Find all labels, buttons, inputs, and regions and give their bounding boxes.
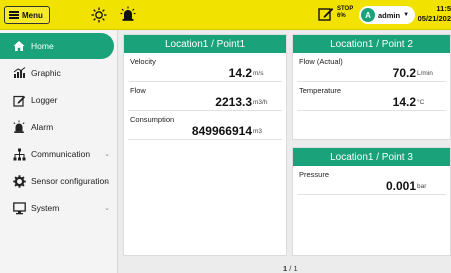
sidebar-item-label: Sensor configuration — [31, 176, 109, 186]
user-menu[interactable]: A admin ▼ — [359, 6, 415, 24]
caret-down-icon: ▼ — [403, 12, 410, 18]
sidebar-item-sensor-configuration[interactable]: Sensor configuration ⌄ — [0, 168, 118, 194]
measurement-unit: m3/h — [253, 99, 268, 106]
alarm-icon — [12, 120, 26, 134]
sidebar-item-logger[interactable]: Logger — [0, 87, 118, 113]
measurement-card-point3: Location1 / Point 3 Pressure 0.001 bar — [292, 147, 451, 256]
logger-icon — [12, 93, 26, 107]
page-separator: / — [289, 264, 292, 273]
sidebar: Home Graphic Logger Alarm Communication … — [0, 30, 118, 273]
sidebar-item-communication[interactable]: Communication ⌄ — [0, 141, 118, 167]
measurement-row: Flow (Actual) 70.2 L/min — [297, 53, 446, 82]
stop-logging-icon[interactable] — [318, 6, 334, 22]
sidebar-item-label: Home — [31, 41, 54, 51]
stop-percent: 6% — [337, 13, 346, 19]
hamburger-icon — [9, 11, 19, 19]
measurement-value: 14.2 — [392, 95, 416, 109]
network-icon — [12, 147, 26, 161]
measurement-label: Consumption — [130, 115, 175, 124]
measurement-value: 0.001 — [385, 179, 416, 193]
clock-time: 11:5 — [436, 4, 451, 13]
page-current[interactable]: 1 — [283, 264, 287, 273]
measurement-unit: m3 — [253, 128, 263, 135]
sidebar-item-label: Communication — [31, 149, 91, 159]
sidebar-item-system[interactable]: System ⌄ — [0, 195, 118, 221]
top-bar: Menu STOP 6% A admin ▼ 11:5 05/21/202 — [0, 0, 451, 30]
menu-label: Menu — [22, 10, 43, 20]
sidebar-item-label: Alarm — [31, 122, 54, 132]
measurement-card-point2: Location1 / Point 2 Flow (Actual) 70.2 L… — [292, 34, 451, 140]
card-title: Location1 / Point 3 — [293, 148, 450, 166]
measurement-label: Flow — [130, 86, 146, 95]
chevron-down-icon: ⌄ — [104, 205, 110, 212]
clock-date: 05/21/202 — [417, 14, 451, 23]
menu-button[interactable]: Menu — [4, 6, 50, 24]
measurement-value: 849966914 — [191, 124, 252, 138]
chevron-down-icon: ⌄ — [104, 151, 110, 158]
user-name: admin — [378, 10, 401, 20]
brightness-icon[interactable] — [91, 7, 107, 23]
gear-icon — [12, 174, 26, 188]
measurement-label: Velocity — [130, 57, 156, 66]
page-total: 1 — [293, 264, 298, 273]
measurement-value: 2213.3 — [215, 95, 252, 109]
measurement-row: Pressure 0.001 bar — [297, 166, 446, 195]
measurement-value: 14.2 — [228, 66, 252, 80]
measurement-unit: bar — [417, 183, 427, 190]
measurement-row: Flow 2213.3 m3/h — [128, 82, 282, 111]
card-title: Location1 / Point 2 — [293, 35, 450, 53]
measurement-row: Consumption 849966914 m3 — [128, 111, 282, 140]
measurement-value: 70.2 — [392, 66, 416, 80]
measurement-card-point1: Location1 / Point1 Velocity 14.2 m/s Flo… — [123, 34, 287, 256]
sidebar-item-graphic[interactable]: Graphic — [0, 60, 118, 86]
card-title: Location1 / Point1 — [124, 35, 286, 53]
pagination: 1 / 1 — [283, 264, 298, 273]
home-icon — [12, 39, 26, 53]
avatar: A — [361, 8, 375, 22]
sidebar-item-label: Logger — [31, 95, 58, 105]
measurement-row: Velocity 14.2 m/s — [128, 53, 282, 82]
alarm-icon[interactable] — [120, 6, 136, 22]
measurement-unit: L/min — [417, 70, 433, 77]
chevron-down-icon: ⌄ — [104, 178, 110, 185]
measurement-label: Pressure — [299, 170, 330, 179]
measurement-label: Flow (Actual) — [299, 57, 343, 66]
measurement-unit: °C — [417, 99, 425, 106]
sidebar-item-alarm[interactable]: Alarm — [0, 114, 118, 140]
sidebar-item-label: Graphic — [31, 68, 61, 78]
measurement-unit: m/s — [253, 70, 264, 77]
measurement-label: Temperature — [299, 86, 342, 95]
stop-status: STOP 6% — [337, 6, 353, 20]
clock: 11:5 05/21/202 — [418, 4, 451, 24]
monitor-icon — [12, 201, 26, 215]
sidebar-item-home[interactable]: Home — [0, 33, 114, 59]
measurement-row: Temperature 14.2 °C — [297, 82, 446, 111]
chart-icon — [12, 66, 26, 80]
sidebar-item-label: System — [31, 203, 60, 213]
stop-label: STOP — [337, 6, 354, 12]
